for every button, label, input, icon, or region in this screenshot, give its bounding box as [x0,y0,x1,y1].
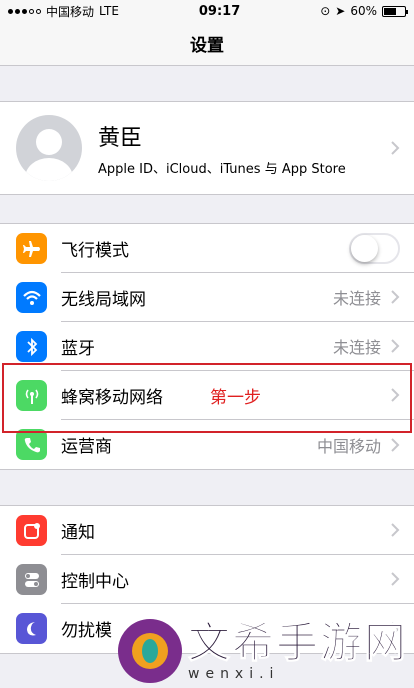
settings-row-cellular[interactable]: 蜂窝移动网络 [0,371,414,420]
watermark-url: wenxi.i [188,666,280,682]
battery-percent: 60% [350,4,377,18]
signal-strength-icon [8,8,41,14]
chevron-right-icon [391,523,400,537]
chevron-right-icon [391,437,400,452]
row-label: 运营商 [61,437,112,457]
phone-icon [16,429,47,460]
row-value: 未连接 [332,289,381,308]
settings-row-airplane-mode[interactable]: 飞行模式 [0,224,414,273]
row-label: 蓝牙 [61,338,95,359]
battery-icon [382,5,408,17]
chevron-right-icon [391,141,400,155]
settings-row-wifi[interactable]: 无线局域网 未连接 [0,273,414,322]
chevron-right-icon [391,572,400,586]
step-annotation: 第一步 [210,388,261,408]
profile-group: 黄臣 Apple ID、iCloud、iTunes 与 App Store [0,101,414,195]
row-label: 飞行模式 [61,240,129,261]
network-type-label: LTE [99,4,119,18]
avatar [16,115,82,181]
bluetooth-icon [16,331,47,362]
cellular-icon [16,380,47,411]
wifi-icon [16,282,47,313]
connectivity-group: 飞行模式 无线局域网 未连接 蓝牙 未连接 蜂窝移动网络 运营商 中国移动 [0,223,414,470]
status-bar: 中国移动 LTE 09:17 ⊙ ➤ 60% [0,0,414,22]
chevron-right-icon [391,388,400,402]
row-label: 无线局域网 [61,289,146,310]
apple-id-row[interactable]: 黄臣 Apple ID、iCloud、iTunes 与 App Store [0,102,414,194]
chevron-right-icon [391,290,400,304]
clock: 09:17 [198,3,241,19]
control-center-icon [16,564,47,595]
watermark-logo-icon [118,619,182,683]
profile-name: 黄臣 [98,125,143,151]
settings-row-control-center[interactable]: 控制中心 [0,555,414,604]
settings-row-bluetooth[interactable]: 蓝牙 未连接 [0,322,414,371]
navigation-bar: 设置 [0,22,414,66]
settings-row-notifications[interactable]: 通知 [0,506,414,555]
airplane-mode-toggle[interactable] [349,232,400,264]
moon-icon [16,613,47,644]
row-value: 中国移动 [316,436,381,456]
row-value: 未连接 [332,338,381,357]
profile-subtitle: Apple ID、iCloud、iTunes 与 App Store [98,161,346,177]
chevron-right-icon [391,339,400,353]
rotation-lock-icon: ⊙ [320,4,331,18]
location-icon: ➤ [335,4,346,18]
settings-row-carrier[interactable]: 运营商 中国移动 [0,420,414,469]
row-label: 控制中心 [61,571,129,592]
row-label: 通知 [61,522,95,543]
notifications-icon [16,515,47,546]
page-title: 设置 [190,36,224,56]
carrier-label: 中国移动 [46,4,95,19]
airplane-icon [16,233,47,264]
watermark: 文希手游网 wenxi.i [118,614,414,688]
watermark-title: 文希手游网 [187,618,409,667]
